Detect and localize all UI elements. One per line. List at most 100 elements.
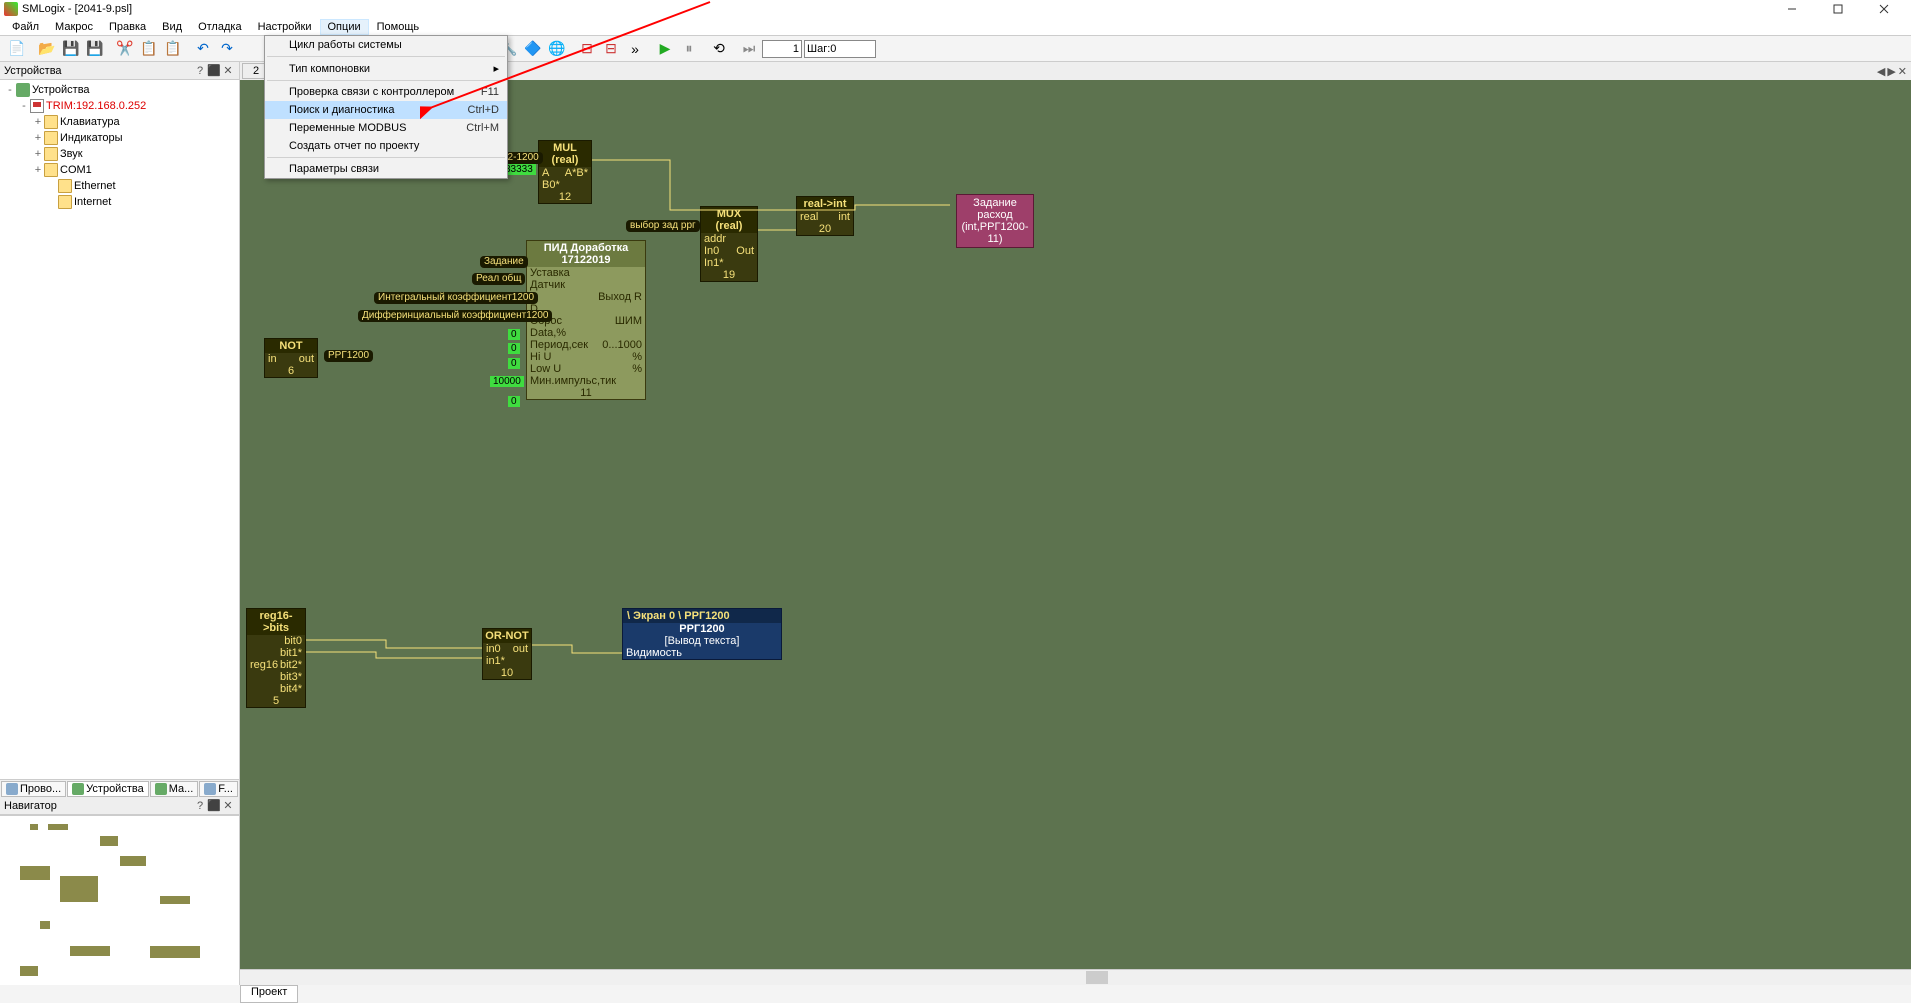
save-icon[interactable]: 💾 [60,38,82,60]
task-line2: (int,РРГ1200-11) [959,221,1031,245]
wire-label-prg: РРГ1200 [324,350,373,362]
left-tab[interactable]: Устройства [67,781,149,797]
tab-prev-icon[interactable]: ◀ [1877,65,1885,78]
menu-shortcut: Ctrl+M [466,122,499,134]
tree-twisty-icon[interactable]: + [32,164,44,176]
menu-item-label: Поиск и диагностика [289,104,394,116]
block-title: ПИД Доработка 17122019 [527,241,645,267]
maximize-button[interactable] [1815,0,1861,18]
left-panel-tabs: Прово...Устройства Ма... F... [0,779,239,797]
tree-twisty-icon[interactable]: - [18,100,30,112]
folder-icon [44,163,58,177]
bottom-tabstrip: Проект [0,985,1911,1003]
monitor-icon [30,99,44,113]
menu-options[interactable]: Опции [320,19,369,35]
step-label-input[interactable] [804,40,876,58]
new-icon[interactable]: 📄 [6,38,28,60]
main-area: Устройства ? ⬛ ✕ - Устройства- TRIM:192.… [0,62,1911,985]
help-icon[interactable]: ? [193,800,207,812]
menu-edit[interactable]: Правка [101,19,154,35]
menu-item[interactable]: Создать отчет по проекту [265,137,507,155]
menu-item-label: Создать отчет по проекту [289,140,419,152]
left-tab[interactable]: Ма... [150,781,199,797]
pin-icon[interactable]: ⬛ [207,799,221,812]
navigator-minimap[interactable] [0,815,239,985]
paste-icon[interactable]: 📋 [162,38,184,60]
tree-item[interactable]: + Индикаторы [0,130,239,146]
menu-macros[interactable]: Макрос [47,19,101,35]
skip-icon[interactable]: ⏭ [738,38,760,60]
block-screen[interactable]: \ Экран 0 \ РРГ1200 РРГ1200 [Вывод текст… [622,608,782,660]
block-not[interactable]: NOT inout 6 [264,338,318,378]
wire-label-diff-koef: Дифферинциальный коэффициент1200 [358,310,552,322]
tab-close-icon[interactable]: ✕ [1898,65,1907,78]
tab-label: Ма... [169,783,194,795]
canvas-horizontal-scrollbar[interactable] [240,969,1911,985]
screen-title: РРГ1200 [623,623,781,635]
tree-twisty-icon[interactable]: + [32,132,44,144]
tab-next-icon[interactable]: ▶ [1887,65,1895,78]
wire-label-int-koef: Интегральный коэффициент1200 [374,292,538,304]
left-tab[interactable]: F... [199,781,238,797]
block-title: NOT [265,339,317,353]
menu-settings[interactable]: Настройки [250,19,320,35]
menu-help[interactable]: Помощь [369,19,428,35]
left-tab[interactable]: Прово... [1,781,66,797]
tree-item[interactable]: Ethernet [0,178,239,194]
folder-icon [44,115,58,129]
cut-icon[interactable]: ✂️ [114,38,136,60]
bottom-tab-project[interactable]: Проект [240,985,298,1003]
redo-icon[interactable]: ↷ [216,38,238,60]
block-ornot[interactable]: OR-NOT in0out in1* 10 [482,628,532,680]
save-all-icon[interactable]: 💾 [84,38,106,60]
block-task[interactable]: Задание расход (int,РРГ1200-11) [956,194,1034,248]
proj-icon [6,783,18,795]
screen-sub: [Вывод текста] [623,635,781,647]
input-value: 0 [508,396,520,407]
open-icon[interactable]: 📂 [36,38,58,60]
navigator-panel-title: Навигатор [4,800,193,812]
tree-twisty-icon[interactable]: + [32,116,44,128]
folder-icon [44,131,58,145]
menu-item-label: Параметры связи [289,163,379,175]
block-title: real->int [797,197,853,211]
window-title: SMLogix - [2041-9.psl] [22,3,1769,15]
menu-debug[interactable]: Отладка [190,19,249,35]
tree-item[interactable]: - TRIM:192.168.0.252 [0,98,239,114]
minimize-button[interactable] [1769,0,1815,18]
help-icon[interactable]: ? [193,65,207,77]
close-button[interactable] [1861,0,1907,18]
tree-twisty-icon[interactable]: + [32,148,44,160]
panel-close-icon[interactable]: ✕ [221,64,235,77]
menu-file[interactable]: Файл [4,19,47,35]
block-reg16[interactable]: reg16->bits bit0 bit1* reg16bit2* bit3* … [246,608,306,708]
pin-icon[interactable]: ⬛ [207,64,221,77]
tree-item[interactable]: + COM1 [0,162,239,178]
diagram-canvas[interactable]: NOT inout 6 РРГ1200 MUL (real) AA*B* B0*… [240,80,1911,969]
scrollbar-thumb[interactable] [1086,971,1108,984]
tree-item[interactable]: Internet [0,194,239,210]
block-mux[interactable]: MUX (real) addr In0Out In1* 19 [700,206,758,282]
device-tree[interactable]: - Устройства- TRIM:192.168.0.252+ Клавиа… [0,80,239,779]
folder-icon [58,179,72,193]
block-title: MUX (real) [701,207,757,233]
menu-separator [267,157,505,158]
block-mul[interactable]: MUL (real) AA*B* B0* 12 [538,140,592,204]
title-bar: SMLogix - [2041-9.psl] [0,0,1911,18]
tree-twisty-icon[interactable]: - [4,84,16,96]
menu-item[interactable]: Переменные MODBUSCtrl+M [265,119,507,137]
tree-item[interactable]: + Клавиатура [0,114,239,130]
step-count-input[interactable] [762,40,802,58]
block-title: MUL (real) [539,141,591,167]
menu-view[interactable]: Вид [154,19,190,35]
block-realint[interactable]: real->int realint 20 [796,196,854,236]
copy-icon[interactable]: 📋 [138,38,160,60]
screen-vis: Видимость [626,647,682,659]
tree-item[interactable]: + Звук [0,146,239,162]
menu-item[interactable]: Параметры связи [265,160,507,178]
tree-item[interactable]: - Устройства [0,82,239,98]
undo-icon[interactable]: ↶ [192,38,214,60]
devices-icon [16,83,30,97]
tree-item-label: Звук [60,148,83,160]
panel-close-icon[interactable]: ✕ [221,799,235,812]
